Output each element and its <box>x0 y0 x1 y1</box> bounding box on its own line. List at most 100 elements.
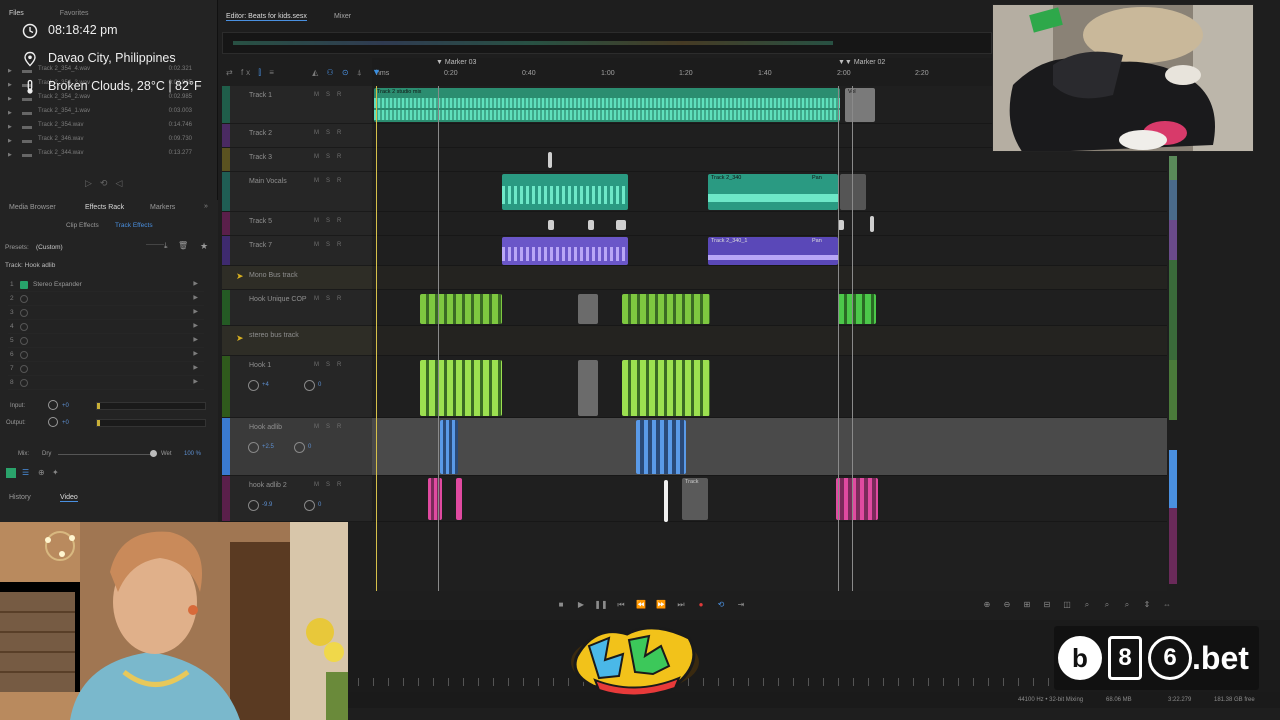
track-header-track-1[interactable]: Track 1 MSR <box>222 86 372 124</box>
marker-tool-icon[interactable]: ⍋ <box>357 68 365 77</box>
tab-files[interactable]: Files <box>9 10 24 17</box>
zoom-out-time-icon[interactable]: ⊟ <box>1040 598 1054 612</box>
audio-clip[interactable] <box>840 174 866 210</box>
chevron-right-icon[interactable]: ▶ <box>193 378 198 385</box>
chevron-right-icon[interactable]: ▶ <box>193 336 198 343</box>
zoom-reset-icon[interactable]: ⇔ <box>1160 598 1174 612</box>
audio-clip[interactable] <box>578 360 598 416</box>
file-row[interactable]: ▶ Track 2_354_1.wav 0:03.003 <box>8 108 208 120</box>
marker-03-label[interactable]: ▼ Marker 03 <box>436 59 476 66</box>
zoom-in-icon[interactable]: ⌕ <box>1100 598 1114 612</box>
play-file-icon[interactable]: ▷ <box>85 178 100 188</box>
audio-clip[interactable] <box>440 420 458 474</box>
chevron-right-icon[interactable]: ▶ <box>193 364 198 371</box>
lane-main-vocals[interactable]: Track 2_340 Pan <box>372 172 1167 212</box>
input-gain-knob[interactable] <box>48 400 58 410</box>
track-name[interactable]: Hook 1 <box>249 362 271 369</box>
pan-knob[interactable] <box>304 380 315 391</box>
tab-history[interactable]: History <box>9 494 31 501</box>
audio-clip[interactable] <box>578 294 598 324</box>
expand-triangle-icon[interactable]: ▶ <box>8 138 12 144</box>
audio-clip[interactable] <box>548 220 554 230</box>
mute-solo-record-buttons[interactable]: MSR <box>314 92 348 98</box>
tab-effects-rack[interactable]: Effects Rack <box>85 204 124 211</box>
track-name[interactable]: Mono Bus track <box>249 272 298 279</box>
volume-knob[interactable] <box>248 442 259 453</box>
audio-clip[interactable] <box>502 237 628 265</box>
lane-hook-adlib-2[interactable]: Track <box>372 476 1167 522</box>
zoom-region-icon[interactable]: ◭ <box>312 68 321 77</box>
tab-media-browser[interactable]: Media Browser <box>9 204 56 211</box>
mute-solo-record-buttons[interactable]: MSR <box>314 154 348 160</box>
mute-solo-record-buttons[interactable]: MSR <box>314 242 348 248</box>
audio-clip[interactable] <box>420 294 502 324</box>
track-name[interactable]: Main Vocals <box>249 178 287 185</box>
eq-icon[interactable]: ⫿ <box>258 68 264 77</box>
track-name[interactable]: stereo bus track <box>249 332 299 339</box>
audio-clip[interactable] <box>622 294 710 324</box>
track-header-track-2[interactable]: Track 2 MSR <box>222 124 372 148</box>
marker-02-label[interactable]: ▼▼ Marker 02 <box>838 59 885 66</box>
audio-clip[interactable] <box>420 360 502 416</box>
effect-slot[interactable]: 2 ▶ <box>8 293 204 306</box>
track-name[interactable]: Track 3 <box>249 154 272 161</box>
chevron-right-icon[interactable]: ▶ <box>193 308 198 315</box>
rack-add-icon[interactable]: ⊕ <box>38 468 45 477</box>
power-icon[interactable] <box>20 281 28 289</box>
track-name[interactable]: Track 5 <box>249 218 272 225</box>
expand-triangle-icon[interactable]: ▶ <box>8 124 12 130</box>
volume-knob[interactable] <box>248 380 259 391</box>
tab-favorites[interactable]: Favorites <box>60 10 89 17</box>
pan-knob[interactable] <box>304 500 315 511</box>
audio-clip[interactable]: Track <box>682 478 708 520</box>
power-icon[interactable] <box>20 295 28 303</box>
effect-slot[interactable]: 6 ▶ <box>8 349 204 362</box>
audio-clip[interactable] <box>622 360 710 416</box>
audio-clip[interactable]: Vol <box>845 88 875 122</box>
track-header-main-vocals[interactable]: Main Vocals MSR <box>222 172 372 212</box>
track-name[interactable]: Hook adlib <box>249 424 282 431</box>
mute-solo-record-buttons[interactable]: MSR <box>314 178 348 184</box>
file-row[interactable]: ▶ Track 2_346.wav 0:09.730 <box>8 136 208 148</box>
rack-more-icon[interactable]: ✦ <box>52 468 59 477</box>
effect-slot[interactable]: 4 ▶ <box>8 321 204 334</box>
fast-forward-icon[interactable]: ⏩ <box>654 598 668 612</box>
rack-list-icon[interactable]: ☰ <box>22 468 29 477</box>
track-header-hook-1[interactable]: Hook 1 MSR +4 0 <box>222 356 372 418</box>
record-icon[interactable]: ● <box>694 598 708 612</box>
audio-clip[interactable] <box>636 420 686 474</box>
rewind-icon[interactable]: ⏪ <box>634 598 648 612</box>
power-icon[interactable] <box>20 337 28 345</box>
track-header-track-5[interactable]: Track 5 MSR <box>222 212 372 236</box>
zoom-selection-icon[interactable]: ⌕ <box>1080 598 1094 612</box>
mute-solo-record-buttons[interactable]: MSR <box>314 362 348 368</box>
playhead-handle-icon[interactable]: ▼ <box>372 67 382 77</box>
mute-solo-record-buttons[interactable]: MSR <box>314 482 348 488</box>
zoom-tracks-icon[interactable]: ⇕ <box>1140 598 1154 612</box>
lane-hook-1[interactable] <box>372 356 1167 418</box>
track-name[interactable]: Track 7 <box>249 242 272 249</box>
expand-triangle-icon[interactable]: ▶ <box>8 96 12 102</box>
power-icon[interactable] <box>20 379 28 387</box>
zoom-in-amplitude-icon[interactable]: ⊕ <box>980 598 994 612</box>
meter-icon[interactable]: ≡ <box>269 68 277 77</box>
audio-clip[interactable] <box>664 480 668 522</box>
snap-icon[interactable]: ⊙ <box>342 68 352 77</box>
group-icon[interactable]: ⚇ <box>327 68 337 77</box>
audio-clip[interactable]: Track 2_340 Pan <box>708 174 838 210</box>
file-row[interactable]: ▶ Track 2_354.wav 0:14.746 <box>8 122 208 134</box>
tab-track-effects[interactable]: Track Effects <box>115 222 153 229</box>
swap-icon[interactable]: ⇄ <box>226 68 236 77</box>
mute-solo-record-buttons[interactable]: MSR <box>314 296 348 302</box>
stop-icon[interactable]: ■ <box>554 598 568 612</box>
play-icon[interactable]: ▶ <box>574 598 588 612</box>
audio-clip[interactable] <box>836 478 878 520</box>
tab-editor[interactable]: Editor: Beats for kids.sesx <box>226 13 307 21</box>
skip-selection-icon[interactable]: ⇥ <box>734 598 748 612</box>
lane-hook-adlib[interactable] <box>372 418 1167 476</box>
power-icon[interactable] <box>20 323 28 331</box>
mix-slider-handle[interactable] <box>150 450 157 457</box>
tab-mixer[interactable]: Mixer <box>334 13 351 20</box>
skip-end-icon[interactable]: ⏭ <box>674 598 688 612</box>
loop-icon[interactable]: ⟲ <box>714 598 728 612</box>
